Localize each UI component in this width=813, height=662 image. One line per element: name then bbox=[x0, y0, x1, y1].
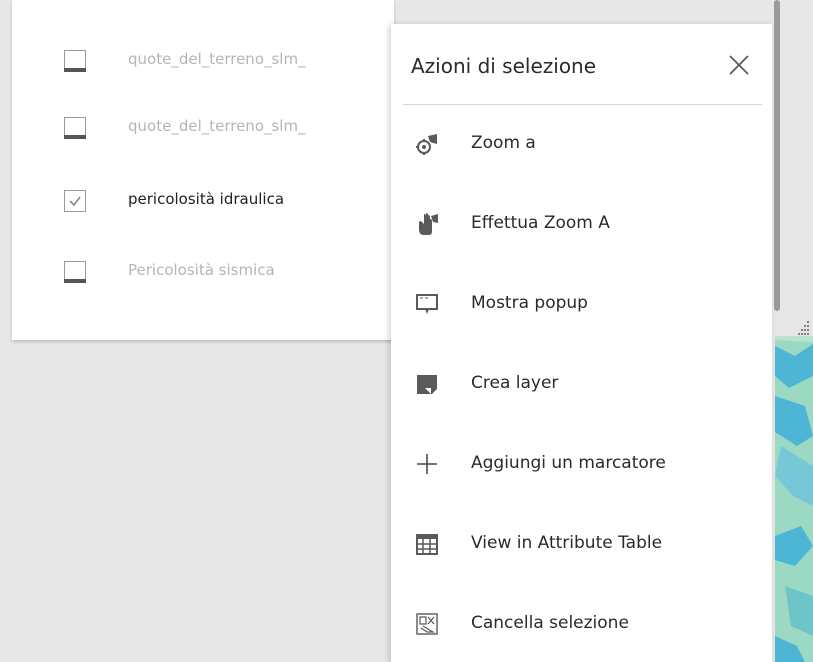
resize-handle-icon[interactable] bbox=[793, 320, 811, 336]
layer-checkbox[interactable] bbox=[64, 50, 86, 72]
create-layer-icon bbox=[417, 375, 437, 394]
action-clear-selection[interactable]: Cancella selezione bbox=[391, 602, 772, 646]
action-label: Mostra popup bbox=[471, 293, 588, 313]
close-icon bbox=[729, 55, 749, 75]
action-pan-to[interactable]: Effettua Zoom A bbox=[391, 202, 772, 246]
layer-list-panel: quote_del_terreno_slm_ quote_del_terreno… bbox=[12, 0, 394, 340]
zoom-to-icon bbox=[416, 134, 437, 155]
action-label: Aggiungi un marcatore bbox=[471, 453, 666, 473]
divider bbox=[403, 104, 762, 105]
pan-hand-icon bbox=[419, 213, 438, 235]
action-create-layer[interactable]: Crea layer bbox=[391, 362, 772, 406]
checkmark-icon bbox=[69, 196, 81, 207]
layer-label: quote_del_terreno_slm_ bbox=[128, 50, 306, 68]
layer-checkbox[interactable] bbox=[64, 261, 86, 283]
action-zoom-to[interactable]: Zoom a bbox=[391, 122, 772, 166]
action-label: Effettua Zoom A bbox=[471, 213, 610, 233]
layer-label: pericolosità idraulica bbox=[128, 190, 285, 208]
action-label: Cancella selezione bbox=[471, 613, 629, 633]
action-view-attribute-table[interactable]: View in Attribute Table bbox=[391, 522, 772, 566]
selection-actions-menu: Azioni di selezione Zoom a Effettua Zoom… bbox=[391, 24, 772, 662]
close-button[interactable] bbox=[725, 51, 753, 79]
action-label: View in Attribute Table bbox=[471, 533, 663, 553]
layer-checkbox-checked[interactable] bbox=[64, 190, 86, 212]
action-show-popup[interactable]: Mostra popup bbox=[391, 282, 772, 326]
plus-icon bbox=[417, 454, 437, 474]
clear-selection-icon bbox=[416, 613, 438, 635]
scrollbar-thumb[interactable] bbox=[774, 0, 780, 311]
table-icon bbox=[416, 534, 438, 555]
action-label: Crea layer bbox=[471, 373, 559, 393]
action-add-marker[interactable]: Aggiungi un marcatore bbox=[391, 442, 772, 486]
layer-checkbox[interactable] bbox=[64, 117, 86, 139]
menu-title: Azioni di selezione bbox=[411, 54, 597, 78]
layer-label: quote_del_terreno_slm_ bbox=[128, 117, 306, 135]
action-label: Zoom a bbox=[471, 133, 536, 153]
layer-label: Pericolosità sismica bbox=[128, 261, 275, 279]
popup-icon bbox=[416, 294, 438, 314]
